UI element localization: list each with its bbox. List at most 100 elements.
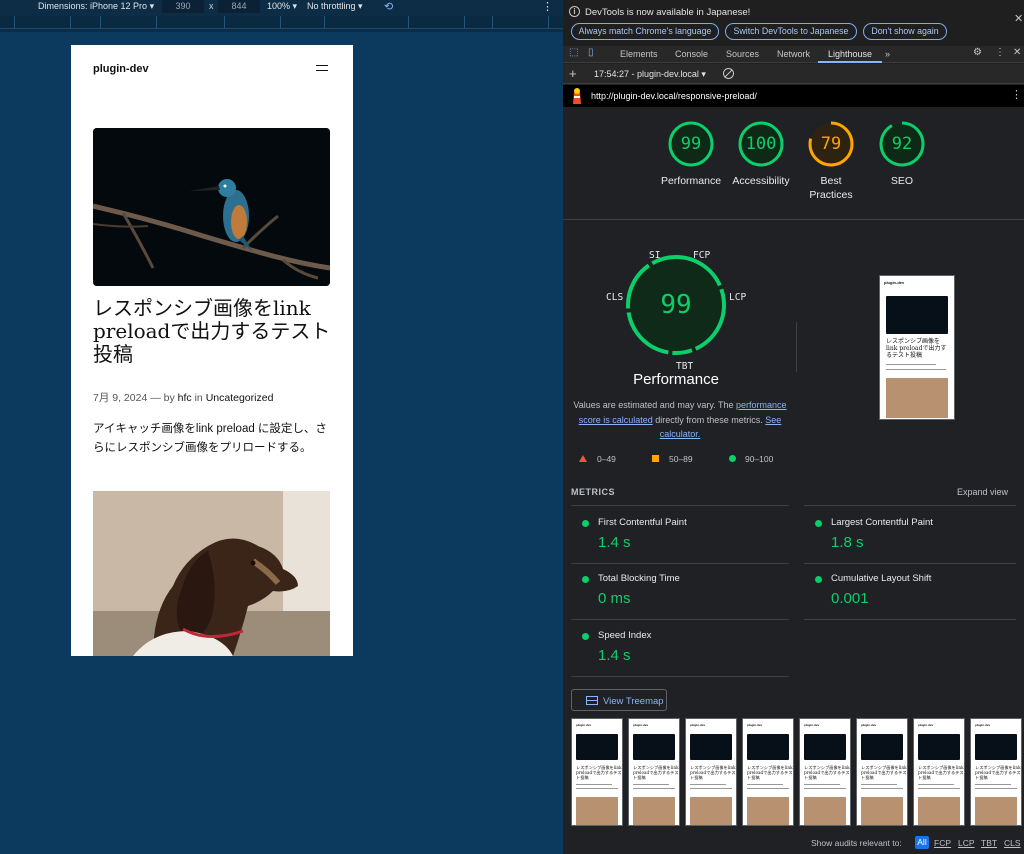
menu-icon[interactable] xyxy=(316,65,328,75)
info-message: DevTools is now available in Japanese! xyxy=(585,7,751,18)
frame-site-title: plugin-dev xyxy=(576,723,592,727)
tab-elements[interactable]: Elements xyxy=(620,49,658,59)
filmstrip-frame[interactable]: plugin-dev レスポンシブ画像をlink preloadで出力するテスト投… xyxy=(571,718,623,826)
tab-lighthouse[interactable]: Lighthouse xyxy=(828,49,872,59)
throttling-dropdown[interactable]: No throttling ▾ xyxy=(307,1,363,12)
treemap-icon xyxy=(586,696,598,705)
estimate-text-mid: directly from these metrics. xyxy=(655,414,763,425)
gauge-label-si: SI xyxy=(649,250,661,261)
customize-menu-icon[interactable]: ⋮ xyxy=(995,47,1005,58)
meta-in: in xyxy=(194,392,203,404)
new-report-icon[interactable]: + xyxy=(569,66,577,81)
filmstrip-frame[interactable]: plugin-dev レスポンシブ画像をlink preloadで出力するテスト投… xyxy=(685,718,737,826)
filter-all[interactable]: All xyxy=(915,836,929,849)
device-viewport: plugin-dev レスポンシブ画像をlink preloadで出力するテスト… xyxy=(71,45,353,656)
score-value: 79 xyxy=(820,134,842,154)
divider xyxy=(571,619,789,620)
filmstrip-frame[interactable]: plugin-dev レスポンシブ画像をlink preloadで出力するテスト投… xyxy=(628,718,680,826)
pass-circle-icon xyxy=(582,633,589,640)
frame-line xyxy=(804,788,846,789)
frame-site-title: plugin-dev xyxy=(804,723,820,727)
close-devtools-icon[interactable]: ✕ xyxy=(1013,47,1021,58)
dont-show-again-button[interactable]: Don't show again xyxy=(863,23,947,40)
gauge-performance[interactable]: 99 Performance xyxy=(656,120,726,188)
site-title[interactable]: plugin-dev xyxy=(93,63,149,75)
score-label: Performance xyxy=(660,175,722,187)
filmstrip-frame[interactable]: plugin-dev レスポンシブ画像をlink preloadで出力するテスト投… xyxy=(856,718,908,826)
filmstrip-frame[interactable]: plugin-dev レスポンシブ画像をlink preloadで出力するテスト投… xyxy=(799,718,851,826)
gauge-best-practices[interactable]: 79 Best Practices xyxy=(796,120,866,202)
lighthouse-toolbar: + 17:54:27 - plugin-dev.local ▾ xyxy=(563,64,1024,84)
performance-big-gauge: 99 Performance xyxy=(603,246,749,406)
frame-title: レスポンシブ画像をlink preloadで出力するテスト投稿 xyxy=(690,765,736,780)
final-screenshot-thumbnail[interactable]: plugin-dev レスポンシブ画像をlink preloadで出力するテスト… xyxy=(879,275,955,420)
score-value: 100 xyxy=(745,134,777,154)
frame-title: レスポンシブ画像をlink preloadで出力するテスト投稿 xyxy=(975,765,1021,780)
metrics-heading: METRICS xyxy=(571,487,615,497)
report-menu-icon[interactable]: ⋮ xyxy=(1011,88,1022,101)
dimensions-dropdown[interactable]: Dimensions: iPhone 12 Pro ▾ xyxy=(38,1,154,12)
always-match-language-button[interactable]: Always match Chrome's language xyxy=(571,23,719,40)
pass-circle-icon xyxy=(815,576,822,583)
info-icon: i xyxy=(569,6,580,17)
tab-network[interactable]: Network xyxy=(777,49,810,59)
metric-name: Total Blocking Time xyxy=(598,573,680,584)
settings-gear-icon[interactable]: ⚙ xyxy=(973,47,982,58)
filter-fcp[interactable]: FCP xyxy=(934,838,951,848)
switch-to-japanese-button[interactable]: Switch DevTools to Japanese xyxy=(725,23,857,40)
frame-dog xyxy=(975,797,1017,825)
device-toggle-icon[interactable]: ▯ xyxy=(588,47,594,58)
inspect-icon[interactable]: ⬚ xyxy=(569,47,578,58)
report-session-label: 17:54:27 - plugin-dev.local xyxy=(594,69,699,79)
post-title[interactable]: レスポンシブ画像をlink preloadで出力するテスト投稿 xyxy=(93,297,333,366)
view-treemap-button[interactable]: View Treemap xyxy=(571,689,667,711)
report-session-dropdown[interactable]: 17:54:27 - plugin-dev.local ▾ xyxy=(594,69,706,80)
filter-lcp[interactable]: LCP xyxy=(958,838,975,848)
frame-hero xyxy=(975,734,1017,760)
rotate-icon[interactable]: ⟲ xyxy=(384,0,393,13)
post-excerpt: アイキャッチ画像をlink preload に設定し、さらにレスポンシブ画像をプ… xyxy=(93,423,327,454)
gauge-label-fcp: FCP xyxy=(693,250,711,261)
post-author[interactable]: hfc xyxy=(178,392,192,404)
frame-title: レスポンシブ画像をlink preloadで出力するテスト投稿 xyxy=(747,765,793,780)
post-date[interactable]: 7月 9, 2024 xyxy=(93,392,147,404)
filmstrip: plugin-dev レスポンシブ画像をlink preloadで出力するテスト投… xyxy=(571,718,1024,826)
report-url[interactable]: http://plugin-dev.local/responsive-prelo… xyxy=(591,91,757,101)
score-label: Accessibility xyxy=(732,175,790,187)
frame-site-title: plugin-dev xyxy=(918,723,934,727)
frame-site-title: plugin-dev xyxy=(633,723,649,727)
metric-name: First Contentful Paint xyxy=(598,517,687,528)
filter-tbt[interactable]: TBT xyxy=(981,838,997,848)
filmstrip-frame[interactable]: plugin-dev レスポンシブ画像をlink preloadで出力するテスト投… xyxy=(913,718,965,826)
metric-value: 0.001 xyxy=(831,590,869,607)
more-tabs-icon[interactable]: » xyxy=(885,49,890,59)
expand-view-toggle[interactable]: Expand view xyxy=(957,487,1008,497)
height-input[interactable]: 844 xyxy=(218,0,260,13)
devtools-panel: i DevTools is now available in Japanese!… xyxy=(563,0,1024,854)
filmstrip-frame[interactable]: plugin-dev レスポンシブ画像をlink preloadで出力するテスト投… xyxy=(742,718,794,826)
gauge-seo[interactable]: 92 SEO xyxy=(867,120,937,188)
close-icon[interactable]: ✕ xyxy=(1014,12,1023,25)
tab-console[interactable]: Console xyxy=(675,49,708,59)
frame-title: レスポンシブ画像をlink preloadで出力するテスト投稿 xyxy=(861,765,907,780)
width-input[interactable]: 390 xyxy=(162,0,204,13)
divider-vertical xyxy=(796,322,797,372)
score-value: 92 xyxy=(891,134,913,154)
tab-sources[interactable]: Sources xyxy=(726,49,759,59)
more-options-icon[interactable]: ⋮ xyxy=(542,0,553,13)
filter-cls[interactable]: CLS xyxy=(1004,838,1021,848)
gauge-accessibility[interactable]: 100 Accessibility xyxy=(726,120,796,188)
media-query-ruler[interactable] xyxy=(0,16,563,29)
zoom-dropdown[interactable]: 100% ▾ xyxy=(267,1,297,12)
frame-line xyxy=(576,784,612,785)
post-category[interactable]: Uncategorized xyxy=(206,392,274,404)
frame-dog xyxy=(861,797,903,825)
divider xyxy=(563,219,1024,220)
metric-cls: Cumulative Layout Shift 0.001 xyxy=(804,564,1019,620)
pass-circle-icon xyxy=(815,520,822,527)
filmstrip-frame[interactable]: plugin-dev レスポンシブ画像をlink preloadで出力するテスト投… xyxy=(970,718,1022,826)
gauge-label-lcp: LCP xyxy=(729,292,747,303)
frame-line xyxy=(975,788,1017,789)
clear-reports-icon[interactable] xyxy=(723,68,734,79)
frame-line xyxy=(861,784,897,785)
